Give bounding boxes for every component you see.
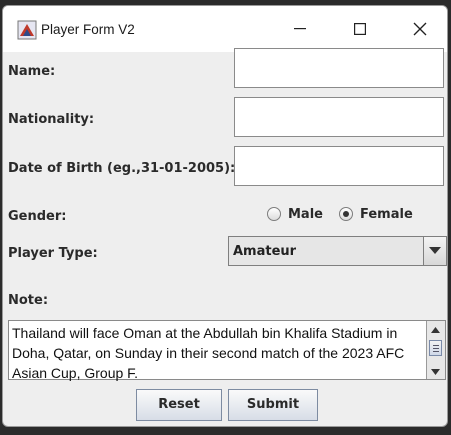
gender-male-label[interactable]: Male bbox=[288, 207, 323, 222]
maximize-button[interactable] bbox=[331, 6, 389, 52]
nationality-field[interactable] bbox=[234, 97, 444, 137]
close-icon bbox=[413, 22, 427, 36]
window-title: Player Form V2 bbox=[41, 22, 135, 37]
player-form-window: Player Form V2 Name: Nationality: Date o… bbox=[2, 5, 448, 427]
dob-field[interactable] bbox=[234, 146, 444, 186]
gender-female-radio[interactable] bbox=[339, 207, 353, 221]
player-type-dropdown-button[interactable] bbox=[423, 237, 446, 265]
title-bar: Player Form V2 bbox=[3, 6, 447, 52]
note-textarea[interactable]: Thailand will face Oman at the Abdullah … bbox=[8, 320, 446, 383]
scroll-down-icon bbox=[431, 369, 440, 375]
note-label: Note: bbox=[8, 293, 49, 308]
close-button[interactable] bbox=[391, 6, 447, 52]
name-label: Name: bbox=[8, 64, 56, 79]
maximize-icon bbox=[354, 23, 366, 35]
scroll-up-button[interactable] bbox=[427, 322, 444, 336]
scroll-down-button[interactable] bbox=[427, 364, 444, 378]
reset-button[interactable]: Reset bbox=[136, 389, 222, 421]
app-icon bbox=[17, 20, 37, 40]
chevron-down-icon bbox=[429, 247, 441, 254]
scroll-up-icon bbox=[431, 327, 440, 333]
player-type-value: Amateur bbox=[233, 244, 297, 259]
minimize-button[interactable] bbox=[271, 6, 329, 52]
note-text[interactable]: Thailand will face Oman at the Abdullah … bbox=[12, 323, 426, 383]
player-type-label: Player Type: bbox=[8, 246, 98, 261]
minimize-icon bbox=[294, 28, 306, 30]
nationality-label: Nationality: bbox=[8, 112, 95, 127]
gender-label: Gender: bbox=[8, 209, 67, 224]
submit-button[interactable]: Submit bbox=[228, 389, 318, 421]
dob-label: Date of Birth (eg.,31-01-2005): bbox=[8, 161, 236, 176]
gender-female-label[interactable]: Female bbox=[360, 207, 413, 222]
name-field[interactable] bbox=[234, 48, 444, 88]
gender-male-radio[interactable] bbox=[267, 207, 281, 221]
note-scrollbar[interactable] bbox=[426, 321, 445, 379]
player-type-select[interactable]: Amateur bbox=[228, 236, 447, 266]
scrollbar-thumb[interactable] bbox=[429, 340, 442, 356]
